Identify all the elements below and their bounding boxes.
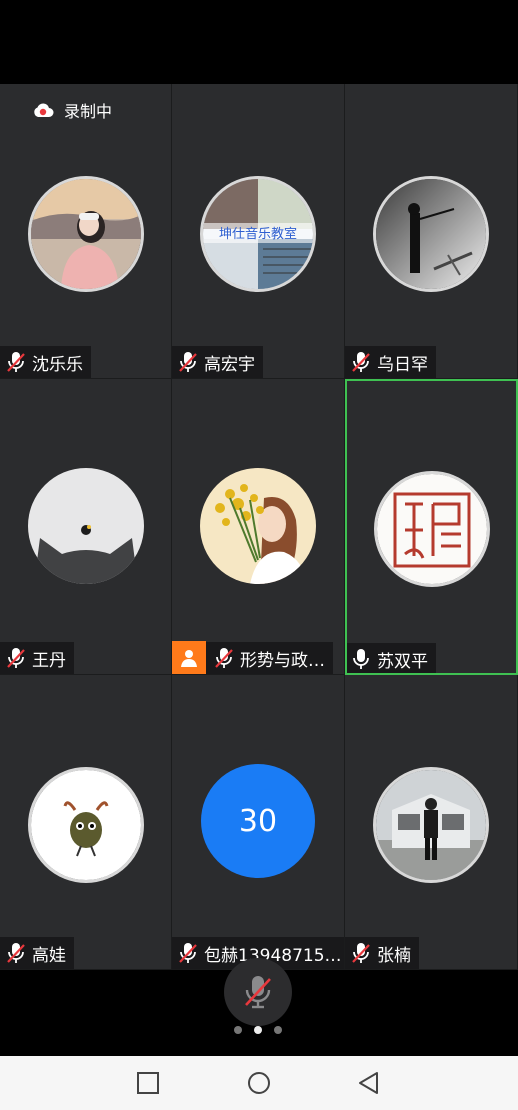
participant-label: 高宏宇 [172, 346, 263, 378]
mic-icon [353, 649, 369, 669]
status-bar [0, 0, 518, 84]
participant-tile-active[interactable]: 苏双平 [345, 379, 518, 675]
mic-muted-icon [179, 943, 197, 963]
mic-muted-icon [215, 648, 233, 668]
participant-name: 张楠 [377, 945, 411, 966]
avatar: 坤仕音乐教室 [200, 176, 316, 292]
participant-label: 沈乐乐 [0, 346, 91, 378]
participant-grid: 录制中 沈乐乐 坤仕音乐教室 高宏宇 乌日罕 王丹 形势与政… 苏双平 高娃 3… [0, 84, 518, 970]
mic-muted-icon [7, 648, 25, 668]
back-icon[interactable] [356, 1070, 382, 1096]
participant-tile[interactable]: 高娃 [0, 675, 172, 970]
participant-name: 王丹 [32, 650, 66, 671]
cloud-record-icon [34, 103, 54, 117]
avatar [373, 471, 490, 587]
page-dot-current[interactable] [254, 1026, 262, 1034]
participant-tile[interactable]: 乌日罕 [345, 84, 518, 379]
recording-label: 录制中 [64, 102, 113, 121]
participant-tile[interactable]: 形势与政… [172, 379, 345, 675]
participant-label: 王丹 [0, 642, 74, 674]
participant-tile[interactable]: 王丹 [0, 379, 172, 675]
system-nav-bar [0, 1056, 518, 1110]
bottom-toolbar [0, 958, 518, 1056]
participant-tile[interactable]: 坤仕音乐教室 高宏宇 [172, 84, 345, 379]
avatar [373, 176, 489, 292]
participant-label: 形势与政… [172, 641, 333, 674]
avatar [27, 767, 144, 883]
participant-tile[interactable]: 张楠 [345, 675, 518, 970]
host-badge [172, 641, 206, 674]
participant-label: 高娃 [0, 937, 74, 969]
participant-name: 形势与政… [240, 650, 325, 671]
participant-name: 高宏宇 [204, 354, 255, 375]
avatar-number: 30 [201, 764, 315, 878]
participant-name: 高娃 [32, 945, 66, 966]
participant-tile[interactable]: 30 包赫13948715… [172, 675, 345, 970]
mute-toggle-button[interactable] [224, 958, 292, 1026]
page-dot[interactable] [274, 1026, 282, 1034]
recent-apps-icon[interactable] [135, 1070, 161, 1096]
mic-muted-icon [352, 943, 370, 963]
person-icon [181, 650, 197, 667]
participant-label: 乌日罕 [345, 346, 436, 378]
participant-name: 沈乐乐 [32, 354, 83, 375]
participant-name: 苏双平 [377, 651, 428, 672]
page-dot[interactable] [234, 1026, 242, 1034]
mic-muted-icon [179, 352, 197, 372]
avatar [27, 176, 144, 292]
svg-text:坤仕音乐教室: 坤仕音乐教室 [219, 226, 297, 242]
avatar [200, 468, 316, 584]
home-icon[interactable] [246, 1070, 272, 1096]
mic-muted-icon [245, 976, 271, 1009]
avatar [27, 468, 144, 584]
participant-tile[interactable]: 录制中 沈乐乐 [0, 84, 172, 379]
recording-indicator: 录制中 [32, 98, 112, 122]
participant-label: 苏双平 [347, 643, 436, 673]
mic-muted-icon [7, 943, 25, 963]
page-indicator [234, 1026, 282, 1034]
participant-label: 张楠 [345, 937, 419, 969]
mic-muted-icon [7, 352, 25, 372]
avatar [373, 767, 489, 883]
participant-name: 乌日罕 [377, 354, 428, 375]
mic-muted-icon [352, 352, 370, 372]
